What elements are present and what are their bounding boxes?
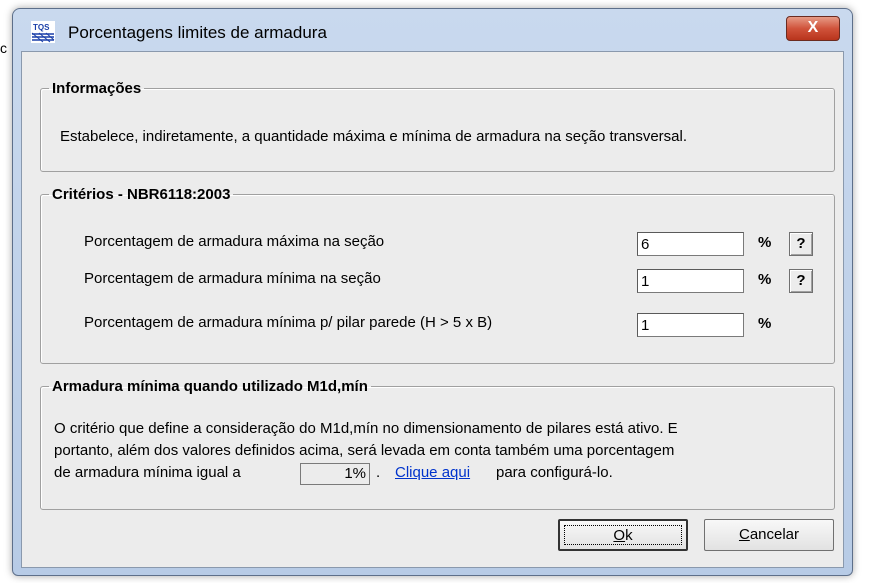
background-text: c (0, 40, 7, 56)
min-percent-unit: % (758, 271, 772, 288)
svg-text:TQS: TQS (33, 23, 50, 32)
min-percent-input[interactable]: 1 (637, 269, 744, 293)
min-percent-label: Porcentagem de armadura mínima na seção (84, 270, 381, 287)
max-percent-unit: % (758, 234, 772, 251)
info-text: Estabelece, indiretamente, a quantidade … (60, 128, 688, 145)
ok-button[interactable]: Ok (558, 519, 688, 551)
max-percent-help-button[interactable]: ? (789, 232, 813, 256)
tqs-logo-icon: TQS (31, 21, 55, 43)
dialog-window: TQS Porcentagens limites de armadura X I… (12, 8, 853, 576)
m1d-separator: . (376, 464, 381, 481)
close-icon: X (807, 19, 819, 36)
m1d-text-line1: O critério que define a consideração do … (54, 420, 678, 437)
close-button[interactable]: X (786, 16, 840, 41)
m1d-text-line3-prefix: de armadura mínima igual a (54, 464, 241, 481)
dialog-client-area: Informações Estabelece, indiretamente, a… (21, 51, 844, 568)
ok-focus-rect (564, 525, 682, 545)
wall-min-percent-input[interactable]: 1 (637, 313, 744, 337)
max-percent-input[interactable]: 6 (637, 232, 744, 256)
wall-min-percent-label: Porcentagem de armadura mínima p/ pilar … (84, 314, 493, 331)
cancel-button[interactable]: Cancelar (704, 519, 834, 551)
min-percent-help-button[interactable]: ? (789, 269, 813, 293)
max-percent-label: Porcentagem de armadura máxima na seção (84, 233, 385, 250)
info-legend: Informações (52, 80, 142, 97)
m1d-min-value-field: 1% (300, 463, 370, 485)
title-bar[interactable]: TQS Porcentagens limites de armadura X (13, 9, 852, 49)
window-title: Porcentagens limites de armadura (68, 23, 327, 42)
wall-min-percent-unit: % (758, 315, 772, 332)
info-group: Informações (40, 80, 835, 172)
m1d-legend: Armadura mínima quando utilizado M1d,mín (52, 378, 368, 395)
cancel-hotkey: C (738, 526, 750, 543)
criteria-legend: Critérios - NBR6118:2003 (52, 186, 231, 203)
configure-link[interactable]: Clique aqui (395, 464, 470, 481)
m1d-text-line2: portanto, além dos valores definidos aci… (54, 442, 675, 459)
m1d-text-line3-suffix: para configurá-lo. (496, 464, 613, 481)
cancel-label: ancelar (749, 526, 800, 543)
